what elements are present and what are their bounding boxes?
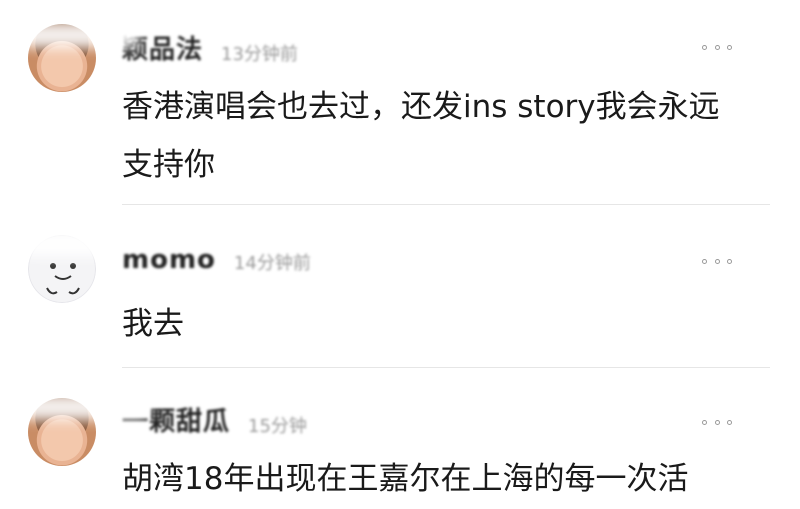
comment-text: 胡湾18年出现在王嘉尔在上海的每一次活: [122, 450, 760, 508]
dot: [727, 44, 732, 50]
dot: [714, 258, 720, 264]
comment-header: 颖品法 13分钟前: [122, 26, 298, 66]
redaction-smear: [20, 22, 140, 48]
comment-text-line: 胡湾18年出现在王嘉尔在上海的每一次活: [122, 461, 689, 497]
comment-header: momo 14分钟前: [122, 235, 311, 275]
username[interactable]: momo: [122, 245, 216, 275]
comment-text-line: 支持你: [122, 147, 215, 183]
comment-item: momo 14分钟前 我去: [0, 205, 800, 368]
dot: [702, 258, 707, 264]
comment-text: 香港演唱会也去过，还发ins story我会永远 支持你: [122, 78, 760, 194]
redaction-smear: [20, 394, 150, 420]
dot: [702, 44, 707, 50]
comment-item: 一颗甜瓜 15分钟 胡湾18年出现在王嘉尔在上海的每一次活: [0, 368, 800, 509]
dot: [714, 44, 720, 50]
timestamp: 13分钟前: [221, 44, 298, 65]
dot: [727, 258, 732, 264]
comment-item: 颖品法 13分钟前 香港演唱会也去过，还发ins story我会永远 支持你: [0, 0, 800, 205]
comment-text-line: 香港演唱会也去过，还发ins story我会永远: [122, 89, 720, 125]
timestamp: 14分钟前: [233, 253, 311, 274]
timestamp: 15分钟: [248, 416, 307, 437]
dot: [702, 419, 707, 425]
redaction-smear: [20, 231, 120, 257]
more-options-icon[interactable]: [702, 417, 732, 427]
dot: [714, 419, 720, 425]
comment-text-line: 我去: [122, 306, 184, 342]
more-options-icon[interactable]: [702, 42, 732, 52]
dot: [727, 419, 732, 425]
more-options-icon[interactable]: [702, 256, 732, 266]
comment-text: 我去: [122, 295, 760, 353]
